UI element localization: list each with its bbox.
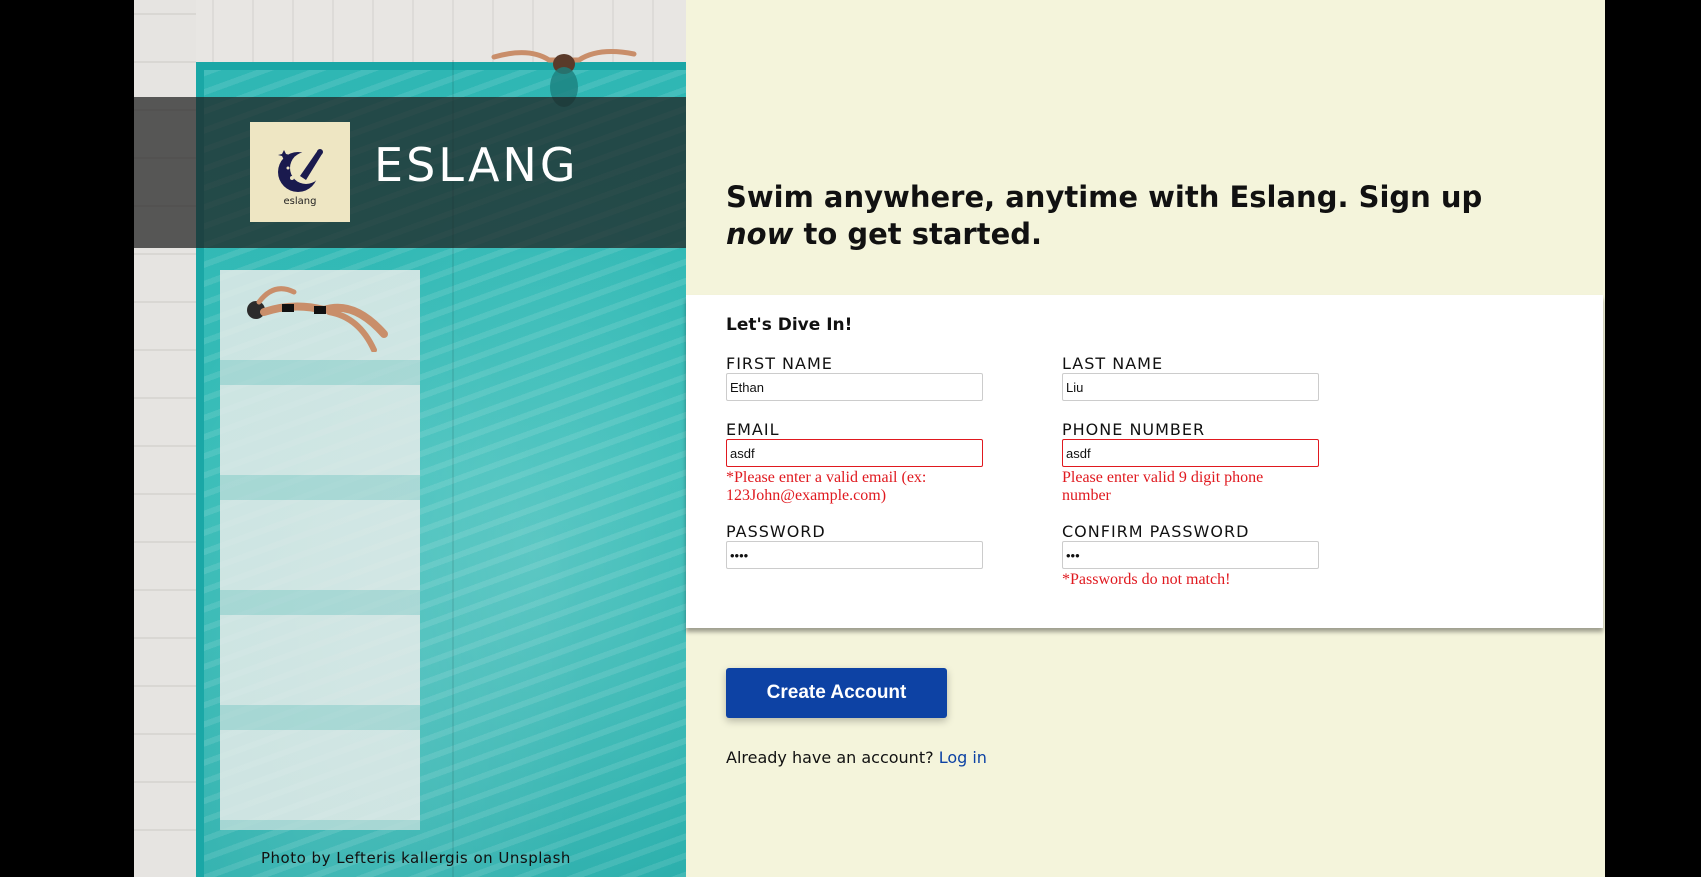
form-title: Let's Dive In!: [726, 315, 853, 335]
last-name-field: LAST NAME: [1062, 355, 1322, 401]
first-name-input[interactable]: [726, 373, 983, 401]
confirm-password-label: CONFIRM PASSWORD: [1062, 522, 1250, 541]
login-prompt-text: Already have an account?: [726, 748, 934, 767]
photo-credit: Photo by Lefteris kallergis on Unsplash: [261, 849, 571, 867]
first-name-label: FIRST NAME: [726, 354, 833, 373]
brand-name: ESLANG: [374, 138, 579, 192]
confirm-password-input[interactable]: [1062, 541, 1319, 569]
confirm-password-error: *Passwords do not match!: [1062, 571, 1231, 588]
pool-steps: [220, 270, 420, 830]
phone-label: PHONE NUMBER: [1062, 420, 1206, 439]
headline-text: Swim anywhere, anytime with Eslang. Sign…: [726, 180, 1483, 214]
password-input[interactable]: [726, 541, 983, 569]
last-name-label: LAST NAME: [1062, 354, 1164, 373]
signup-form: Let's Dive In! FIRST NAME LAST NAME EMAI…: [686, 295, 1603, 628]
last-name-input[interactable]: [1062, 373, 1319, 401]
email-input[interactable]: [726, 439, 983, 467]
email-label: EMAIL: [726, 420, 780, 439]
password-field: PASSWORD: [726, 523, 986, 569]
brand-logo[interactable]: eslang: [250, 122, 350, 222]
email-field: EMAIL *Please enter a valid email (ex: 1…: [726, 421, 986, 505]
headline-emphasis: now: [726, 217, 794, 251]
signup-page: eslang ESLANG Photo by Lefteris kallergi…: [134, 0, 1605, 877]
headline-text-end: to get started.: [793, 217, 1043, 251]
rocket-moon-icon: [278, 148, 323, 192]
login-link[interactable]: Log in: [939, 748, 987, 767]
phone-field: PHONE NUMBER Please enter valid 9 digit …: [1062, 421, 1322, 505]
create-account-button[interactable]: Create Account: [726, 668, 947, 718]
signup-panel: Swim anywhere, anytime with Eslang. Sign…: [686, 0, 1605, 877]
pool-photo: eslang ESLANG Photo by Lefteris kallergi…: [134, 0, 686, 877]
email-error: *Please enter a valid email (ex: 123John…: [726, 469, 927, 504]
confirm-password-field: CONFIRM PASSWORD *Passwords do not match…: [1062, 523, 1322, 589]
first-name-field: FIRST NAME: [726, 355, 986, 401]
login-prompt: Already have an account? Log in: [726, 748, 987, 767]
password-label: PASSWORD: [726, 522, 826, 541]
sunbather-figure: [247, 286, 388, 352]
phone-input[interactable]: [1062, 439, 1319, 467]
logo-text: eslang: [283, 195, 317, 207]
page-headline: Swim anywhere, anytime with Eslang. Sign…: [726, 179, 1546, 253]
phone-error: Please enter valid 9 digit phone number: [1062, 469, 1264, 504]
